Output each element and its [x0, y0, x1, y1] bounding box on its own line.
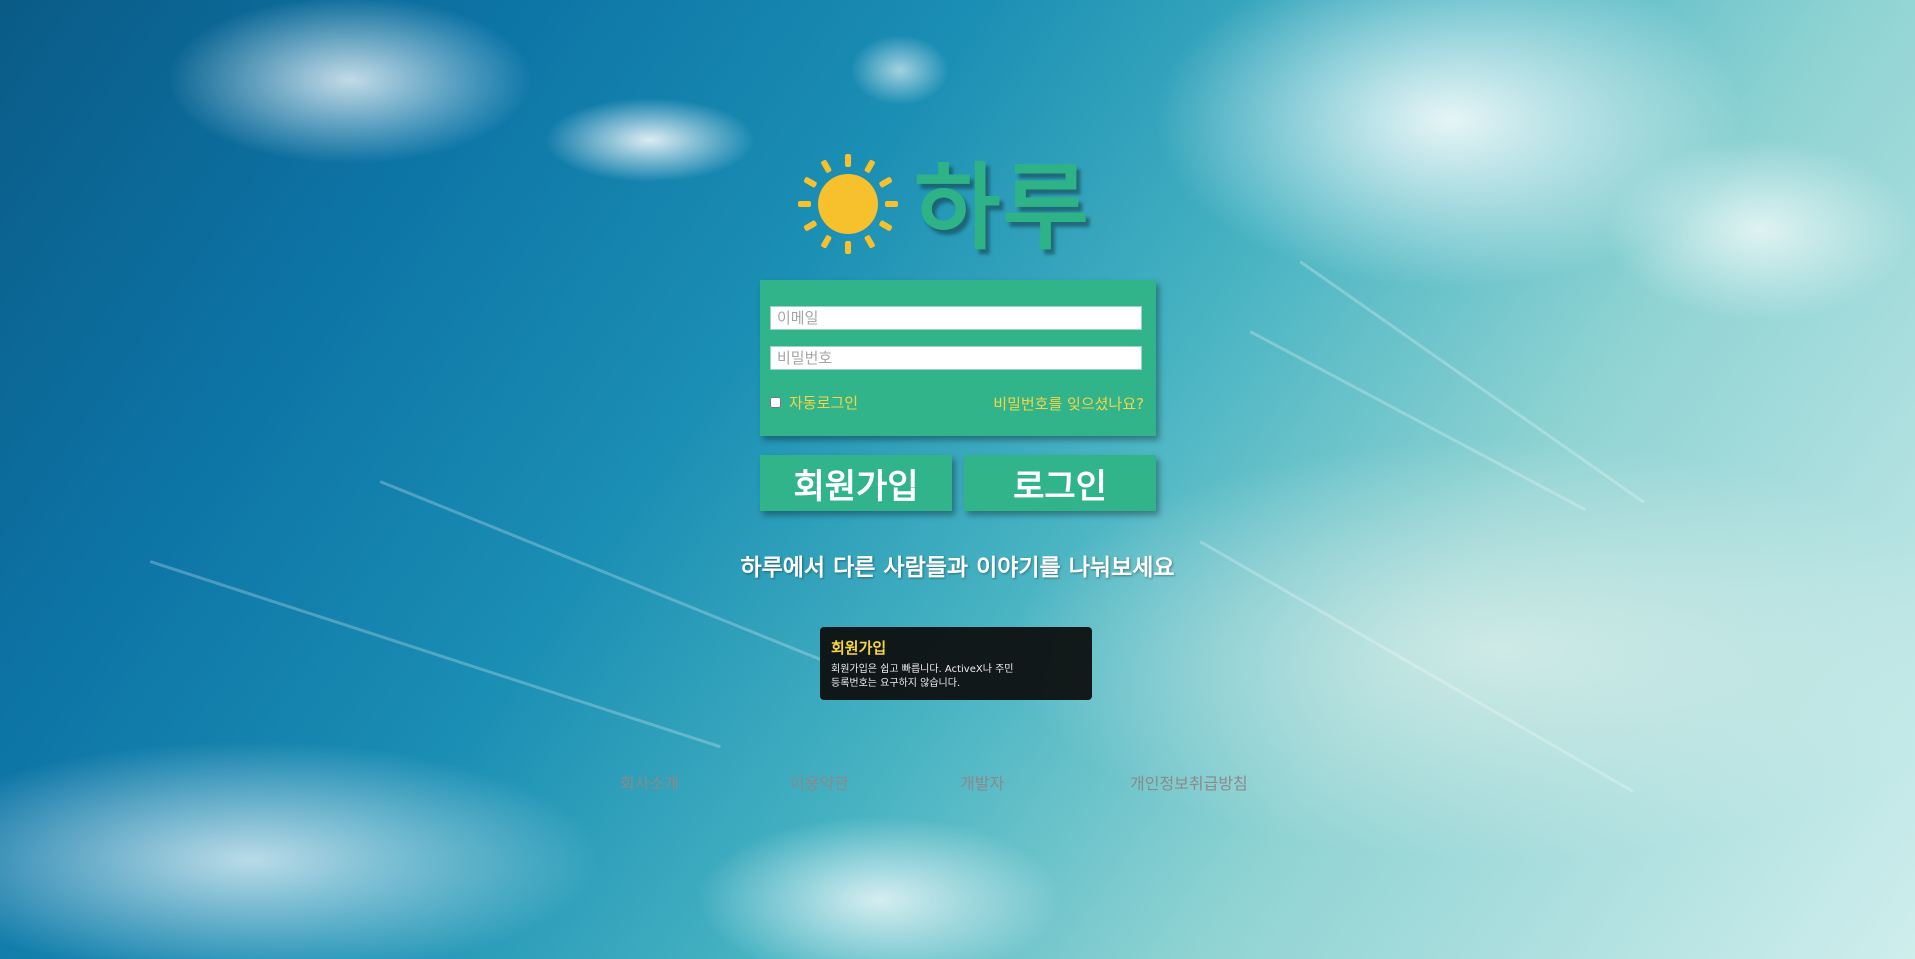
signup-button[interactable]: 회원가입: [760, 455, 952, 511]
tooltip-body: 회원가입은 쉽고 빠릅니다. ActiveX나 주민등록번호는 요구하지 않습니…: [831, 664, 1014, 689]
auto-login-label: 자동로그인: [789, 394, 859, 412]
footer-link-privacy[interactable]: 개인정보취급방침: [1130, 770, 1248, 794]
footer-link-developer[interactable]: 개발자: [960, 770, 1004, 794]
footer-links: 회사소개 이용약관 개발자 개인정보취급방침: [0, 770, 1915, 794]
tooltip-title: 회원가입: [831, 639, 887, 657]
signup-tooltip: 회원가입 회원가입은 쉽고 빠릅니다. ActiveX나 주민등록번호는 요구하…: [820, 627, 1092, 700]
tagline: 하루에서 다른 사람들과 이야기를 나눠보세요: [740, 555, 1175, 581]
sun-icon: [798, 154, 898, 254]
footer-link-about[interactable]: 회사소개: [620, 770, 679, 794]
haru-logo: 하루: [796, 140, 1136, 263]
email-input[interactable]: [770, 306, 1142, 330]
auto-login-checkbox[interactable]: [770, 397, 781, 408]
login-form: 자동로그인 비밀번호를 잊으셨나요?: [760, 280, 1156, 436]
logo-text: 하루: [914, 154, 1091, 263]
forgot-password-link[interactable]: 비밀번호를 잊으셨나요?: [993, 393, 1144, 414]
login-button[interactable]: 로그인: [964, 455, 1156, 511]
auto-login-option[interactable]: 자동로그인: [770, 392, 858, 413]
password-input[interactable]: [770, 346, 1142, 370]
footer-link-terms[interactable]: 이용약관: [790, 770, 849, 794]
